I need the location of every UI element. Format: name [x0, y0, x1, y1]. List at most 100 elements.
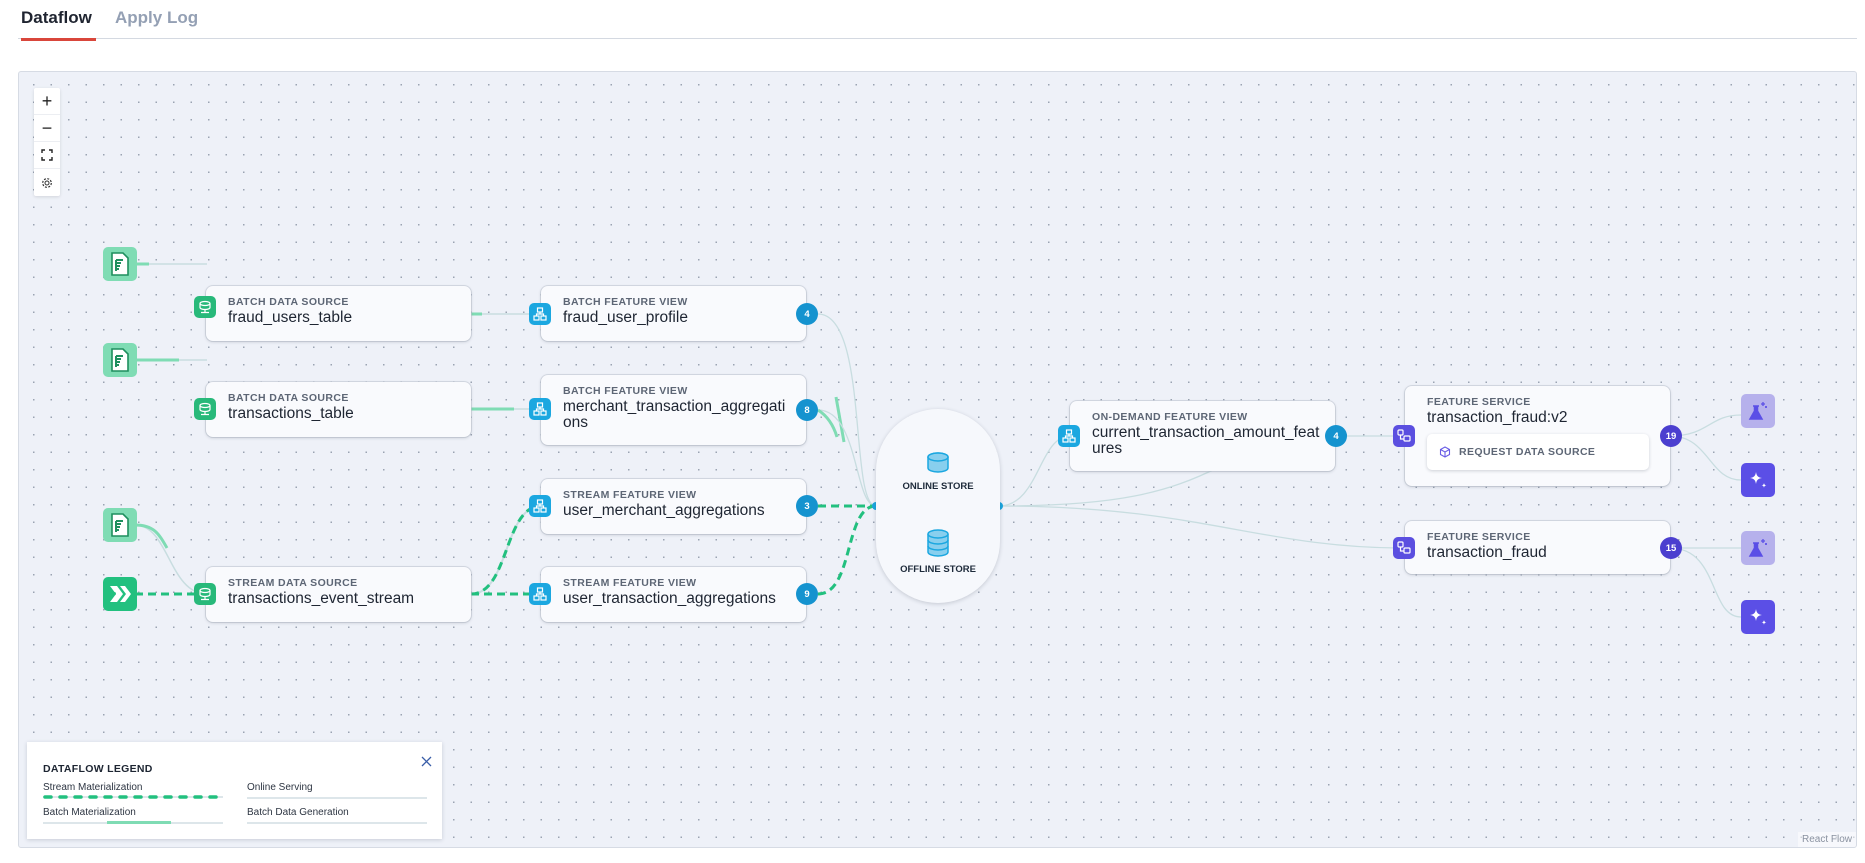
- node-kind: BATCH FEATURE VIEW: [563, 385, 688, 397]
- node-kind: STREAM FEATURE VIEW: [563, 489, 697, 501]
- edge-stream-to-user-merchant-dash: [470, 504, 542, 596]
- settings-button[interactable]: [34, 169, 60, 196]
- file-icon: [111, 513, 129, 537]
- feature-view-node-user-transaction-aggregations[interactable]: STREAM FEATURE VIEW user_transaction_agg…: [529, 567, 818, 622]
- request-data-source[interactable]: REQUEST DATA SOURCE: [1427, 434, 1649, 470]
- batch-source-node-transactions-table[interactable]: BATCH DATA SOURCE transactions_table: [194, 382, 471, 437]
- feature-service-node-transaction-fraud-v2[interactable]: FEATURE SERVICE transaction_fraud:v2 REQ…: [1393, 386, 1682, 486]
- feature-service-node-transaction-fraud[interactable]: FEATURE SERVICE transaction_fraud 15: [1393, 521, 1682, 574]
- legend-item-online-serving: Online Serving: [247, 782, 313, 793]
- database-source-icon: [199, 300, 211, 314]
- edge-stream-to-user-merchant: [470, 505, 542, 595]
- edge-fraud-profile-to-store: [817, 313, 877, 507]
- legend-line-online: [247, 797, 427, 799]
- feature-view-icon: [1062, 429, 1076, 443]
- fit-view-button[interactable]: [34, 142, 60, 169]
- feature-view-handle: [529, 583, 551, 605]
- feature-count-badge: 19: [1660, 425, 1682, 447]
- feature-service-icon: [1397, 541, 1411, 554]
- zoom-out-button[interactable]: −: [34, 115, 60, 142]
- file-source-icon-2[interactable]: [103, 343, 137, 377]
- feature-view-icon: [533, 402, 547, 416]
- node-kind: ON-DEMAND FEATURE VIEW: [1092, 411, 1248, 423]
- legend-close-button[interactable]: [421, 754, 432, 771]
- react-flow-attribution[interactable]: React Flow: [1797, 832, 1856, 847]
- sparkle-icon: [1750, 609, 1767, 625]
- push-stream-source-icon[interactable]: P: [103, 577, 137, 611]
- legend-line-batch-anim: [107, 821, 171, 824]
- feature-service-icon: [1397, 429, 1411, 442]
- offline-store-icon: [927, 529, 949, 557]
- feature-view-handle: [529, 398, 551, 420]
- svg-text:P: P: [112, 592, 117, 599]
- node-kind: FEATURE SERVICE: [1427, 396, 1531, 408]
- close-icon: [421, 756, 432, 767]
- legend-item-stream-materialization: Stream Materialization: [43, 782, 143, 793]
- legend-line-batch-gen: [247, 822, 427, 824]
- node-name: transaction_fraud:v2: [1427, 409, 1568, 426]
- node-name: user_merchant_aggregations: [563, 502, 765, 519]
- node-name: user_transaction_aggregations: [563, 590, 776, 607]
- feature-view-icon: [533, 307, 547, 321]
- edge-file-to-stream-source-anim: [134, 523, 169, 549]
- tab-dataflow[interactable]: Dataflow: [21, 8, 96, 41]
- offline-store: OFFLINE STORE: [876, 529, 1000, 575]
- feature-count-badge: 4: [1325, 425, 1347, 447]
- feature-view-icon: [533, 587, 547, 601]
- feature-count-badge: 4: [796, 303, 818, 325]
- edge-fs-to-spark: [1669, 547, 1742, 618]
- feature-count-badge: 8: [796, 399, 818, 421]
- legend-item-batch-materialization: Batch Materialization: [43, 807, 136, 818]
- database-source-icon: [199, 587, 211, 601]
- feature-view-node-merchant-transaction-aggregations[interactable]: BATCH FEATURE VIEW merchant_transaction_…: [529, 375, 818, 445]
- feature-view-node-fraud-user-profile[interactable]: BATCH FEATURE VIEW fraud_user_profile 4: [529, 286, 818, 341]
- flask-sparkle-icon: [1748, 402, 1767, 420]
- model-training-output-1[interactable]: [1741, 394, 1775, 428]
- feature-count-badge: 9: [796, 583, 818, 605]
- online-store-label: ONLINE STORE: [902, 481, 974, 492]
- tab-apply-log[interactable]: Apply Log: [115, 8, 198, 28]
- feature-view-node-user-merchant-aggregations[interactable]: STREAM FEATURE VIEW user_merchant_aggreg…: [529, 479, 818, 534]
- model-training-output-2[interactable]: [1741, 531, 1775, 565]
- feature-view-icon: [533, 499, 547, 513]
- feature-count-badge: 15: [1660, 537, 1682, 559]
- legend-title: DATAFLOW LEGEND: [43, 763, 153, 775]
- edge-store-to-odfv: [998, 435, 1071, 507]
- edge-fs-v2-to-spark: [1669, 435, 1742, 481]
- feature-service-handle: [1393, 537, 1415, 559]
- batch-source-node-fraud-users-table[interactable]: BATCH DATA SOURCE fraud_users_table: [194, 286, 471, 341]
- sparkle-icon: [1750, 472, 1767, 488]
- stream-source-node-transactions-event-stream[interactable]: STREAM DATA SOURCE transactions_event_st…: [194, 567, 471, 622]
- edge-store-to-fs: [998, 505, 1406, 549]
- node-kind: FEATURE SERVICE: [1427, 531, 1531, 543]
- file-source-icon-1[interactable]: [103, 247, 137, 281]
- edge-merchant-fv-to-store: [817, 409, 877, 507]
- edge-merchant-fv-to-store-anim: [817, 408, 839, 438]
- feature-service-handle: [1393, 425, 1415, 447]
- node-name: transactions_table: [228, 405, 354, 422]
- node-name: transaction_fraud: [1427, 544, 1547, 561]
- inference-output-1[interactable]: [1741, 463, 1775, 497]
- feature-view-handle: [529, 303, 551, 325]
- node-name: fraud_users_table: [228, 309, 353, 326]
- gear-icon: [42, 177, 52, 188]
- legend-stream-dash: [43, 795, 223, 799]
- node-name: fraud_user_profile: [563, 309, 688, 326]
- edge-fraud-profile-to-store-anim: [834, 396, 846, 443]
- odfv-node-current-transaction-amount-features[interactable]: ON-DEMAND FEATURE VIEW current_transacti…: [1058, 401, 1347, 471]
- zoom-in-button[interactable]: +: [34, 88, 60, 115]
- node-kind: BATCH DATA SOURCE: [228, 296, 349, 308]
- database-source-icon: [199, 402, 211, 416]
- edge-user-transaction-to-store: [817, 504, 877, 596]
- store-node[interactable]: ONLINE STORE OFFLINE STORE: [876, 409, 1000, 603]
- file-icon: [111, 348, 129, 372]
- inference-output-2[interactable]: [1741, 600, 1775, 634]
- file-icon: [111, 252, 129, 276]
- node-name: merchant_transaction_aggregations: [563, 398, 786, 431]
- request-source-label: REQUEST DATA SOURCE: [1459, 446, 1596, 458]
- dataflow-canvas[interactable]: + − P BATCH DATA SOURCE fraud_users_tabl…: [18, 71, 1857, 848]
- flask-sparkle-icon: [1748, 539, 1767, 557]
- edge-store-to-fs-v2: [998, 466, 1220, 507]
- file-source-icon-3[interactable]: [103, 508, 137, 542]
- node-kind: STREAM DATA SOURCE: [228, 577, 358, 589]
